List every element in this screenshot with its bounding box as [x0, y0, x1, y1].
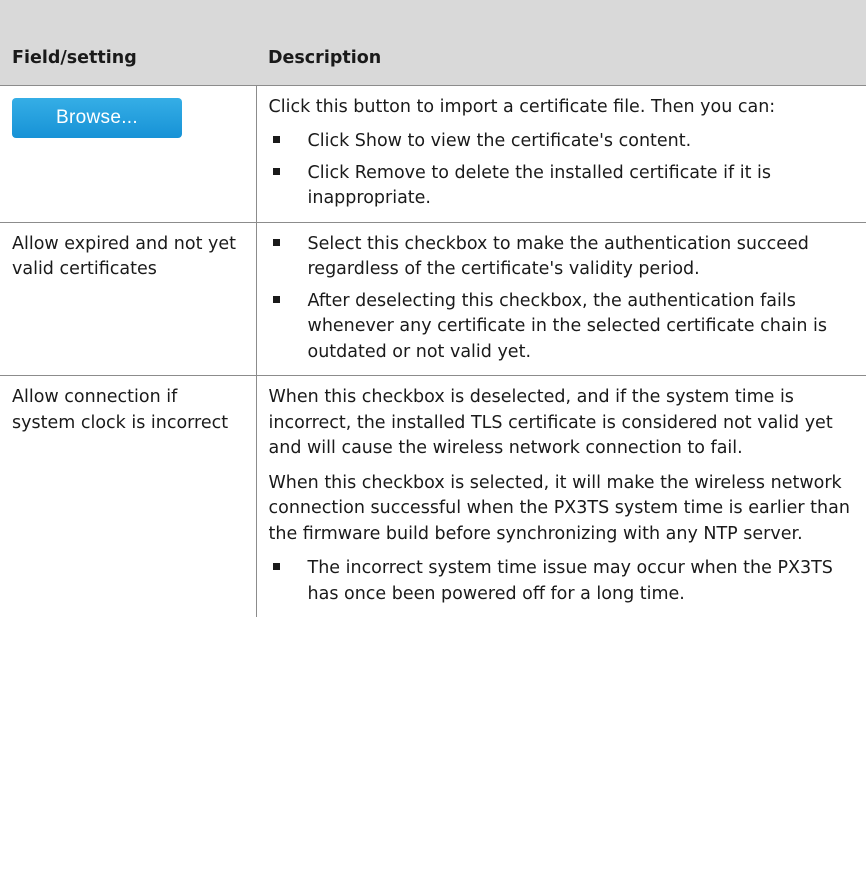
description-paragraph: When this checkbox is deselected, and if…	[268, 387, 833, 458]
list-item-text: Click Show to view the certificate's con…	[307, 131, 692, 151]
list-item: Click Remove to delete the installed cer…	[269, 161, 859, 212]
list-item: After deselecting this checkbox, the aut…	[269, 289, 859, 366]
list-item-text: Select this checkbox to make the authent…	[307, 233, 809, 280]
browse-button[interactable]: Browse...	[12, 97, 182, 138]
column-header-description: Description	[256, 34, 866, 86]
field-cell: Allow connection if system clock is inco…	[0, 375, 257, 617]
bullet-list: Click Show to view the certificate's con…	[269, 129, 859, 212]
settings-table: Field/setting Description Browse... Clic…	[0, 34, 866, 617]
list-item: The incorrect system time issue may occu…	[269, 556, 859, 607]
bullet-list: Select this checkbox to make the authent…	[269, 232, 859, 366]
list-item-text: The incorrect system time issue may occu…	[307, 558, 833, 604]
table-row: Allow connection if system clock is inco…	[0, 375, 866, 618]
description-paragraph: Click this button to import a certificat…	[268, 96, 776, 117]
table-row: Browse... Click this button to import a …	[0, 85, 866, 223]
field-cell: Allow expired and not yet valid certific…	[0, 222, 257, 376]
list-item-text: Click Remove to delete the installed cer…	[307, 162, 772, 209]
table-row: Allow expired and not yet valid certific…	[0, 222, 866, 376]
field-cell: Browse...	[0, 85, 257, 223]
description-cell: When this checkbox is deselected, and if…	[256, 376, 866, 618]
column-header-field: Field/setting	[0, 34, 256, 86]
description-cell: Select this checkbox to make the authent…	[256, 222, 866, 376]
description-paragraph: When this checkbox is selected, it will …	[268, 472, 850, 544]
description-cell: Click this button to import a certificat…	[256, 85, 866, 223]
list-item-text: After deselecting this checkbox, the aut…	[307, 290, 828, 362]
header-band	[0, 0, 866, 34]
table-header-row: Field/setting Description	[0, 34, 866, 86]
square-bullet-icon	[272, 295, 280, 303]
list-item: Click Show to view the certificate's con…	[269, 129, 859, 155]
square-bullet-icon	[272, 563, 280, 570]
bullet-list: The incorrect system time issue may occu…	[269, 556, 859, 607]
square-bullet-icon	[272, 238, 280, 246]
square-bullet-icon	[272, 136, 280, 143]
list-item: Select this checkbox to make the authent…	[269, 232, 859, 283]
square-bullet-icon	[272, 167, 280, 175]
